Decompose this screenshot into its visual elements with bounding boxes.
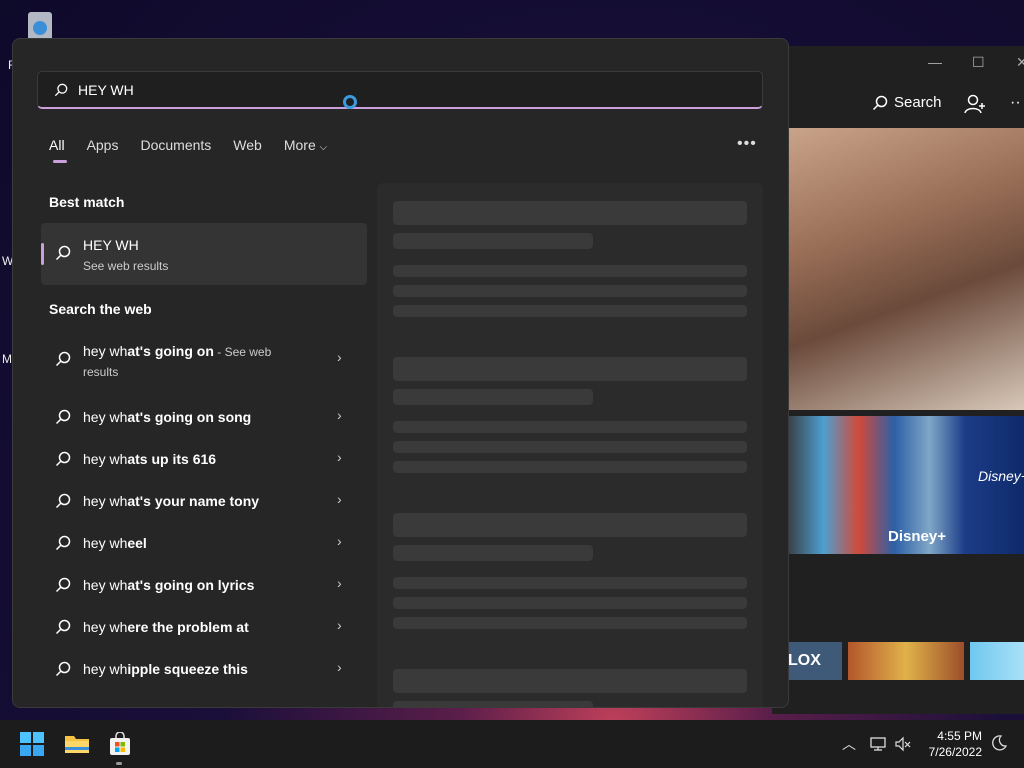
clock-time: 4:55 PM bbox=[937, 729, 982, 743]
search-icon bbox=[54, 83, 68, 96]
loading-spinner-icon bbox=[343, 95, 357, 109]
store-tiles-row: LOX bbox=[788, 642, 1024, 680]
best-match-heading: Best match bbox=[49, 194, 125, 210]
tab-apps[interactable]: Apps bbox=[87, 137, 119, 153]
close-icon[interactable]: ✕ bbox=[1016, 54, 1024, 71]
skeleton-bar bbox=[393, 233, 593, 249]
skeleton-bar bbox=[393, 285, 747, 297]
skeleton-bar bbox=[393, 421, 747, 433]
selection-indicator bbox=[41, 243, 44, 265]
minimize-icon[interactable]: — bbox=[928, 54, 942, 70]
tab-web[interactable]: Web bbox=[233, 137, 262, 153]
tab-documents[interactable]: Documents bbox=[140, 137, 211, 153]
skeleton-bar bbox=[393, 357, 747, 381]
desktop-label-fragment: M bbox=[2, 352, 12, 366]
network-icon[interactable] bbox=[870, 736, 888, 752]
skeleton-bar bbox=[393, 389, 593, 405]
start-button[interactable] bbox=[20, 732, 44, 756]
chevron-up-icon[interactable]: ︿ bbox=[842, 734, 856, 754]
tab-more[interactable]: More ⌵ bbox=[284, 137, 327, 153]
web-result-item[interactable]: hey what's going on - See web results › bbox=[41, 335, 367, 385]
search-icon bbox=[55, 245, 71, 261]
search-icon bbox=[55, 577, 71, 593]
best-match-item[interactable]: HEY WH See web results bbox=[41, 223, 367, 285]
skeleton-bar bbox=[393, 545, 593, 561]
game-tile[interactable] bbox=[848, 642, 964, 680]
skeleton-bar bbox=[393, 597, 747, 609]
search-box[interactable] bbox=[37, 71, 763, 109]
roblox-tile[interactable]: LOX bbox=[788, 642, 842, 680]
chevron-right-icon: › bbox=[337, 617, 342, 633]
search-icon bbox=[55, 409, 71, 425]
skeleton-bar bbox=[393, 201, 747, 225]
more-options-icon[interactable]: ••• bbox=[737, 135, 757, 153]
search-icon bbox=[55, 493, 71, 509]
search-icon bbox=[55, 451, 71, 467]
best-match-subtitle: See web results bbox=[83, 259, 169, 273]
skeleton-bar bbox=[393, 441, 747, 453]
folder-icon bbox=[65, 736, 89, 753]
windows-logo-icon bbox=[20, 732, 44, 756]
chevron-down-icon: ⌵ bbox=[319, 142, 328, 153]
skeleton-bar bbox=[393, 265, 747, 277]
search-icon bbox=[872, 95, 888, 110]
skeleton-bar bbox=[393, 577, 747, 589]
search-icon bbox=[55, 351, 71, 367]
web-result-item[interactable]: hey whats up its 616 › bbox=[41, 439, 367, 477]
skeleton-bar bbox=[393, 513, 747, 537]
chevron-right-icon: › bbox=[337, 407, 342, 423]
web-result-item[interactable]: hey what's your name tony › bbox=[41, 481, 367, 519]
clock-date: 7/26/2022 bbox=[928, 745, 982, 759]
volume-muted-icon[interactable] bbox=[894, 736, 912, 752]
store-hero-banner[interactable] bbox=[788, 128, 1024, 410]
web-result-item[interactable]: hey what's going on song › bbox=[41, 397, 367, 435]
web-result-item[interactable]: hey where the problem at › bbox=[41, 607, 367, 645]
chevron-right-icon: › bbox=[337, 349, 342, 365]
active-tab-indicator bbox=[53, 160, 67, 163]
tab-all[interactable]: All bbox=[49, 137, 67, 163]
skeleton-bar bbox=[393, 701, 593, 707]
chevron-right-icon: › bbox=[337, 575, 342, 591]
skeleton-bar bbox=[393, 669, 747, 693]
chevron-right-icon: › bbox=[337, 449, 342, 465]
skeleton-bar bbox=[393, 617, 747, 629]
disney-plus-label: Disney+ bbox=[888, 528, 946, 545]
store-icon bbox=[110, 731, 130, 755]
microsoft-store-button[interactable] bbox=[108, 731, 132, 756]
game-tile[interactable] bbox=[970, 642, 1024, 680]
disney-plus-banner[interactable]: Disney+ Disney+ bbox=[788, 416, 1024, 554]
start-search-panel: All Apps Documents Web More ⌵ ••• Best m… bbox=[12, 38, 789, 708]
web-result-item[interactable]: hey what's going on lyrics › bbox=[41, 565, 367, 603]
system-clock[interactable]: 4:55 PM 7/26/2022 bbox=[920, 728, 982, 760]
preview-pane-loading bbox=[377, 183, 763, 707]
maximize-icon[interactable]: ☐ bbox=[972, 54, 985, 71]
search-icon bbox=[55, 661, 71, 677]
store-search-label: Search bbox=[894, 94, 942, 111]
search-input[interactable] bbox=[76, 80, 680, 99]
search-icon bbox=[55, 619, 71, 635]
add-account-icon[interactable] bbox=[964, 94, 986, 114]
more-options-icon[interactable]: ·· bbox=[1010, 94, 1021, 112]
focus-assist-moon-icon[interactable] bbox=[990, 734, 1008, 752]
store-window: — ☐ ✕ Search ·· Disney+ Disney+ LOX bbox=[772, 46, 1024, 714]
chevron-right-icon: › bbox=[337, 491, 342, 507]
web-result-item[interactable]: hey whipple squeeze this › bbox=[41, 649, 367, 687]
disney-plus-logo: Disney+ bbox=[978, 468, 1024, 484]
skeleton-bar bbox=[393, 461, 747, 473]
taskbar: ︿ 4:55 PM 7/26/2022 bbox=[0, 720, 1024, 768]
filter-tabs: All Apps Documents Web More ⌵ bbox=[49, 137, 349, 163]
search-icon bbox=[55, 535, 71, 551]
skeleton-bar bbox=[393, 305, 747, 317]
best-match-title: HEY WH bbox=[83, 237, 139, 253]
chevron-right-icon: › bbox=[337, 659, 342, 675]
store-search-button[interactable]: Search bbox=[872, 94, 942, 111]
search-web-heading: Search the web bbox=[49, 301, 152, 317]
running-app-indicator bbox=[116, 762, 122, 765]
file-explorer-button[interactable] bbox=[64, 732, 89, 756]
chevron-right-icon: › bbox=[337, 533, 342, 549]
web-result-item[interactable]: hey wheel › bbox=[41, 523, 367, 561]
